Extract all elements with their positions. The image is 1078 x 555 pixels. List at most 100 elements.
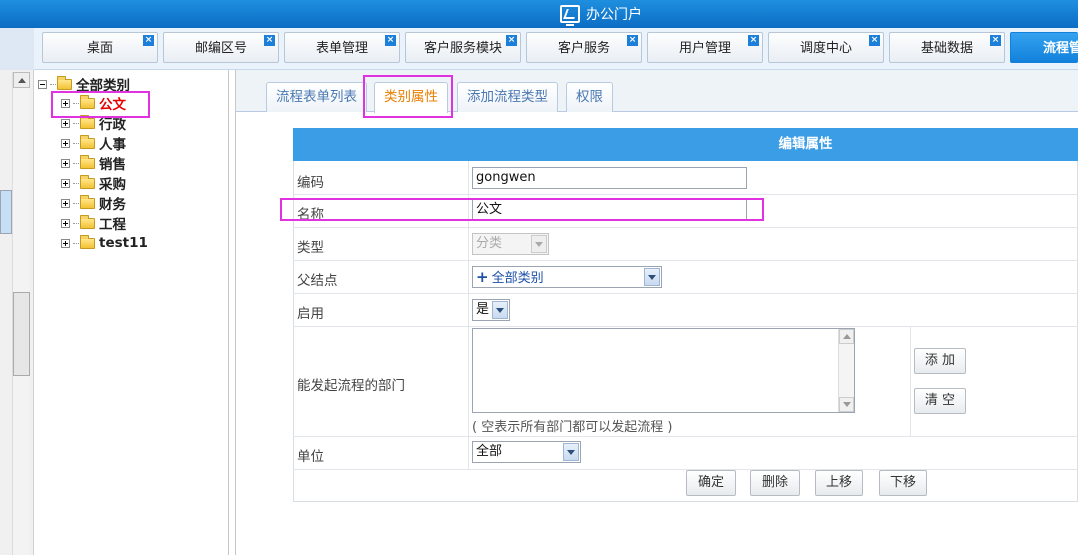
- move-up-button[interactable]: 上移: [815, 470, 863, 496]
- form-header: 编辑属性: [293, 128, 1078, 161]
- type-label: 类型: [297, 240, 324, 256]
- row-divider: [293, 194, 1078, 195]
- close-icon[interactable]: ×: [627, 35, 638, 46]
- delete-button[interactable]: 删除: [750, 470, 800, 496]
- main-tab-desktop[interactable]: 桌面 ×: [42, 32, 158, 63]
- code-label: 编码: [297, 175, 324, 191]
- tree-item-label: 财务: [99, 197, 126, 213]
- collapse-icon[interactable]: [38, 79, 47, 89]
- folder-icon: [80, 174, 95, 189]
- scroll-up-arrow-icon[interactable]: [13, 72, 30, 88]
- close-icon[interactable]: ×: [869, 35, 880, 46]
- main-tab-form-mgmt[interactable]: 表单管理 ×: [284, 32, 400, 63]
- enabled-select[interactable]: 是: [472, 299, 510, 321]
- main-tab-customer-service[interactable]: 客户服务 ×: [526, 32, 642, 63]
- code-input[interactable]: gongwen: [472, 167, 747, 189]
- tree-connector: [73, 222, 79, 224]
- scroll-thumb[interactable]: [13, 292, 30, 376]
- close-icon[interactable]: ×: [990, 35, 1001, 46]
- tree-item-label: 人事: [99, 137, 126, 153]
- expand-icon[interactable]: [61, 198, 70, 208]
- close-icon[interactable]: ×: [506, 35, 517, 46]
- tree-connector: [73, 202, 79, 204]
- app-title: 办公门户: [560, 4, 642, 26]
- chevron-down-icon: [531, 235, 547, 253]
- confirm-button[interactable]: 确定: [686, 470, 736, 496]
- main-tab-label: 客户服务模块: [423, 41, 502, 56]
- enabled-label: 启用: [297, 306, 324, 322]
- tree-item-label: test11: [99, 235, 148, 251]
- tree-item-caigou[interactable]: 采购: [61, 173, 126, 193]
- main-tab-label: 表单管理: [315, 41, 368, 56]
- expand-icon[interactable]: [61, 178, 70, 188]
- main-tab-workflow[interactable]: 流程管: [1010, 32, 1078, 63]
- main-tab-label: 流程管: [1043, 41, 1078, 56]
- parent-label: 父结点: [297, 273, 338, 289]
- move-down-button[interactable]: 下移: [879, 470, 927, 496]
- form-column-divider-2: [910, 327, 911, 436]
- tree-item-label: 销售: [99, 157, 126, 173]
- unit-select[interactable]: 全部: [472, 441, 581, 463]
- expand-icon[interactable]: [61, 218, 70, 228]
- dept-textarea[interactable]: [472, 328, 855, 413]
- main-tab-label: 基础数据: [920, 41, 973, 56]
- left-collapsed-nav: [0, 70, 34, 555]
- main-tab-user-mgmt[interactable]: 用户管理 ×: [647, 32, 763, 63]
- folder-icon: [80, 154, 95, 169]
- tab-add-flow-type[interactable]: 添加流程类型: [457, 82, 558, 112]
- tab-permissions[interactable]: 权限: [566, 82, 613, 112]
- tree-scrollbar[interactable]: [12, 72, 30, 555]
- tab-form-list[interactable]: 流程表单列表: [266, 82, 367, 112]
- chevron-down-icon[interactable]: [563, 443, 579, 461]
- scroll-down-arrow-icon[interactable]: [839, 397, 854, 412]
- main-tab-base-data[interactable]: 基础数据 ×: [889, 32, 1005, 63]
- textarea-scrollbar[interactable]: [838, 329, 854, 412]
- tree-item-label: 采购: [99, 177, 126, 193]
- highlight-box-tab: [363, 75, 453, 118]
- close-icon[interactable]: ×: [748, 35, 759, 46]
- chevron-down-icon[interactable]: [492, 301, 508, 319]
- chevron-down-icon[interactable]: [644, 268, 660, 286]
- expand-icon[interactable]: [61, 158, 70, 168]
- main-tab-label: 客户服务: [557, 41, 610, 56]
- folder-icon: [80, 114, 95, 129]
- category-tree: 全部类别 公文 行政 人事 销售 采购 财务 工程 test11: [35, 70, 229, 555]
- add-dept-button[interactable]: 添 加: [914, 348, 966, 374]
- tree-item-xiaoshou[interactable]: 销售: [61, 153, 126, 173]
- tree-connector: [73, 122, 79, 124]
- row-divider: [293, 260, 1078, 261]
- plus-icon: +: [476, 268, 489, 286]
- tree-connector: [73, 162, 79, 164]
- close-icon[interactable]: ×: [143, 35, 154, 46]
- main-tab-dispatch[interactable]: 调度中心 ×: [768, 32, 884, 63]
- close-icon[interactable]: ×: [264, 35, 275, 46]
- highlight-box-name: [280, 198, 764, 221]
- expand-icon[interactable]: [61, 238, 70, 248]
- clear-dept-button[interactable]: 清 空: [914, 388, 966, 414]
- dept-hint: ( 空表示所有部门都可以发起流程 ): [472, 420, 673, 435]
- expand-icon[interactable]: [61, 138, 70, 148]
- tree-item-test11[interactable]: test11: [61, 233, 148, 253]
- tab-strip-left-gap: [0, 28, 34, 70]
- tree-item-gongcheng[interactable]: 工程: [61, 213, 126, 233]
- expand-icon[interactable]: [61, 118, 70, 128]
- scroll-up-arrow-icon[interactable]: [839, 329, 854, 344]
- left-nav-selected-item[interactable]: [0, 190, 12, 234]
- enabled-select-value: 是: [476, 302, 490, 317]
- monitor-icon: [560, 5, 580, 26]
- dept-label: 能发起流程的部门: [297, 378, 405, 394]
- main-tab-customer-module[interactable]: 客户服务模块 ×: [405, 32, 521, 63]
- app-title-text: 办公门户: [586, 7, 642, 23]
- tree-connector: [73, 142, 79, 144]
- row-divider: [293, 326, 1078, 327]
- tree-item-label: 工程: [99, 217, 126, 233]
- row-divider: [293, 293, 1078, 294]
- tree-item-renshi[interactable]: 人事: [61, 133, 126, 153]
- tree-item-caiwu[interactable]: 财务: [61, 193, 126, 213]
- parent-select[interactable]: + 全部类别: [472, 266, 662, 288]
- folder-icon: [80, 234, 95, 249]
- main-tab-postcode[interactable]: 邮编区号 ×: [163, 32, 279, 63]
- top-banner: 办公门户: [0, 0, 1078, 28]
- close-icon[interactable]: ×: [385, 35, 396, 46]
- folder-icon: [57, 75, 72, 90]
